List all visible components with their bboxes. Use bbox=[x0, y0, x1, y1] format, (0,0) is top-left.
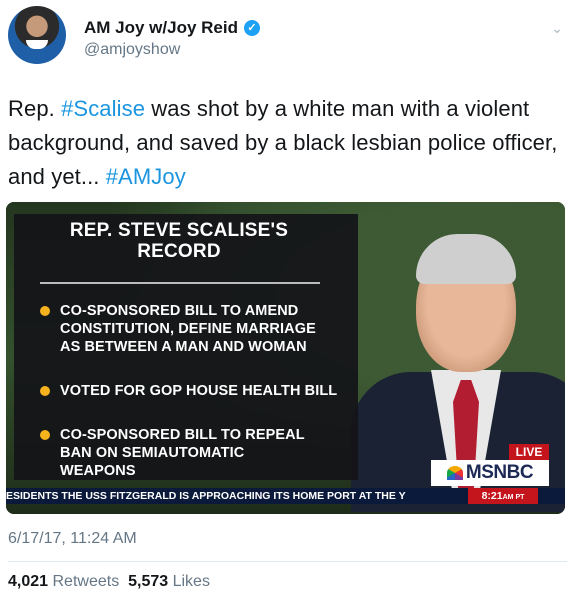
bullet-dot-icon bbox=[40, 430, 50, 440]
tweet-timestamp[interactable]: 6/17/17, 11:24 AM bbox=[8, 530, 137, 548]
chevron-down-icon[interactable]: ⌄ bbox=[551, 20, 563, 37]
network-name: MSNBC bbox=[465, 462, 534, 483]
bullet-dot-icon bbox=[40, 386, 50, 396]
bullet-text: CO-SPONSORED BILL TO REPEAL BAN ON SEMIA… bbox=[60, 427, 305, 479]
bullet-item: VOTED FOR GOP HOUSE HEALTH BILL bbox=[40, 382, 340, 400]
bullet-text: VOTED FOR GOP HOUSE HEALTH BILL bbox=[60, 383, 338, 399]
graphic-divider bbox=[40, 282, 320, 284]
tweet-media[interactable]: REP. STEVE SCALISE'S RECORD CO-SPONSORED… bbox=[6, 202, 565, 514]
divider bbox=[8, 561, 567, 562]
tweet-header: AM Joy w/Joy Reid ✓ @amjoyshow ⌄ bbox=[8, 6, 567, 70]
graphic-title-line1: REP. STEVE SCALISE'S bbox=[69, 220, 289, 241]
clock-time: 8:21 bbox=[481, 490, 503, 502]
tweet-text: Rep. #Scalise was shot by a white man wi… bbox=[8, 92, 563, 194]
handle[interactable]: @amjoyshow bbox=[84, 41, 180, 59]
bullet-item: CO-SPONSORED BILL TO AMEND CONSTITUTION,… bbox=[40, 302, 320, 356]
tweet-stats: 4,021 Retweets 5,573 Likes bbox=[8, 573, 210, 591]
peacock-logo-icon bbox=[446, 466, 463, 480]
clock-suffix: AM PT bbox=[502, 494, 525, 501]
hashtag-link[interactable]: #Scalise bbox=[61, 96, 145, 121]
graphic-title: REP. STEVE SCALISE'S RECORD bbox=[14, 220, 344, 262]
avatar[interactable] bbox=[8, 6, 66, 64]
display-name[interactable]: AM Joy w/Joy Reid bbox=[84, 18, 238, 38]
ticker-text: ESIDENTS THE USS FITZGERALD IS APPROACHI… bbox=[6, 490, 406, 502]
verified-icon: ✓ bbox=[243, 20, 260, 36]
hashtag-link[interactable]: #AMJoy bbox=[106, 164, 186, 189]
name-row: AM Joy w/Joy Reid ✓ bbox=[84, 18, 260, 38]
bullet-item: CO-SPONSORED BILL TO REPEAL BAN ON SEMIA… bbox=[40, 426, 320, 480]
bullet-dot-icon bbox=[40, 306, 50, 316]
tweet-text-part: Rep. bbox=[8, 96, 62, 121]
live-badge: LIVE bbox=[509, 444, 549, 460]
retweets-count[interactable]: 4,021 bbox=[8, 573, 48, 590]
likes-count[interactable]: 5,573 bbox=[128, 573, 168, 590]
record-graphic: REP. STEVE SCALISE'S RECORD CO-SPONSORED… bbox=[14, 214, 358, 480]
bullet-text: CO-SPONSORED BILL TO AMEND CONSTITUTION,… bbox=[60, 303, 316, 355]
retweets-label[interactable]: Retweets bbox=[53, 573, 120, 590]
graphic-title-line2: RECORD bbox=[137, 241, 221, 262]
broadcast-clock: 8:21AM PT bbox=[468, 488, 538, 504]
network-logo: MSNBC bbox=[431, 460, 549, 486]
likes-label[interactable]: Likes bbox=[173, 573, 210, 590]
